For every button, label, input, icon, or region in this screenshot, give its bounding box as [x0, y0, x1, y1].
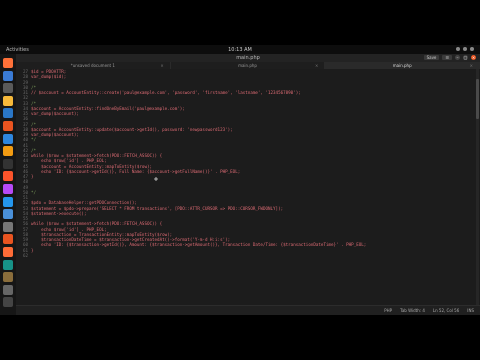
brave-icon[interactable]	[3, 171, 13, 182]
code-text: */	[31, 137, 37, 143]
tab-bar: *unsaved document 1 × main.php × main.php ×	[16, 62, 480, 69]
tab-unsaved-document[interactable]: *unsaved document 1 ×	[16, 62, 171, 69]
rhythmbox-icon[interactable]	[3, 95, 13, 106]
code-text: var_dump($id);	[31, 74, 67, 80]
phpstorm-icon[interactable]	[3, 184, 13, 194]
code-editor[interactable]: 27 $id = PDOATTR; 28 var_dump($id); 29 30/* 31…	[16, 69, 474, 305]
code-text: echo 'ID: {$account->getId()}, Full Name…	[31, 168, 241, 174]
help-icon[interactable]	[3, 133, 13, 144]
code-text: /*	[31, 147, 37, 153]
top-bar: Activities 10:13 AM	[0, 45, 480, 54]
gimp-icon[interactable]	[3, 272, 13, 283]
code-text: while ($row = $statement->fetch(PDO::FET…	[31, 153, 163, 158]
code-text: /*	[31, 121, 37, 127]
language-selector[interactable]: PHP	[384, 308, 392, 313]
code-text: while ($row = $statement->fetch(PDO::FET…	[31, 221, 163, 227]
power-icon	[470, 47, 474, 51]
code-text: $account = AccountEntity::findOneByEmail…	[31, 105, 185, 111]
code-text: // $account = AccountEntity::create('pau…	[31, 90, 301, 95]
cursor-position[interactable]: Ln 52, Col 56	[433, 308, 459, 313]
code-text: $transaction = TransactionEntity::mapToE…	[31, 231, 173, 237]
files-icon[interactable]	[3, 83, 13, 94]
postman-icon[interactable]	[3, 247, 13, 257]
save-button[interactable]: Save	[423, 55, 440, 60]
dock	[0, 54, 16, 315]
software-icon[interactable]	[3, 121, 13, 131]
maximize-icon[interactable]: □	[463, 55, 468, 60]
close-tab-icon[interactable]: ×	[470, 62, 473, 69]
close-icon[interactable]: ×	[471, 55, 476, 60]
header-buttons: Save ☰ – □ ×	[423, 55, 476, 60]
code-text: echo $row['id'] . PHP_EOL;	[31, 158, 107, 164]
code-text: /*	[31, 100, 37, 106]
vlc-icon[interactable]	[3, 146, 13, 157]
minimize-icon[interactable]: –	[455, 55, 460, 60]
close-tab-icon[interactable]: ×	[315, 62, 318, 69]
tab-label: main.php	[392, 63, 412, 68]
code-text: $statement->execute();	[31, 210, 87, 216]
status-bar: PHP Tab Width: 4 Ln 52, Col 56 INS	[16, 305, 480, 315]
desktop-screen: Activities 10:13 AM main.php Save ☰ – □ …	[0, 45, 480, 315]
code-text: $pdo = DatabaseHelper::getPDOConnection(…	[31, 200, 137, 206]
code-text: $transactionDateTime = $transaction->get…	[31, 237, 231, 242]
code-text: $account = AccountEntity::update($accoun…	[31, 126, 233, 132]
line-number: 62	[22, 252, 28, 258]
tab-label: main.php	[238, 63, 257, 68]
editor-scrollbar[interactable]	[476, 69, 479, 305]
mouse-cursor-icon	[154, 166, 158, 181]
thunderbird-icon[interactable]	[3, 70, 13, 81]
trash-icon[interactable]	[3, 284, 13, 295]
volume-icon	[463, 47, 467, 51]
gitkraken-icon[interactable]	[3, 259, 13, 270]
network-icon	[456, 47, 460, 51]
vscode-icon[interactable]	[3, 196, 13, 207]
window-title: main.php	[236, 55, 260, 61]
clock[interactable]: 10:13 AM	[0, 47, 480, 53]
terminal-icon[interactable]	[3, 158, 13, 169]
settings-icon[interactable]	[3, 221, 13, 232]
app-icon[interactable]	[3, 234, 13, 245]
code-text: /*	[31, 84, 37, 90]
scrollbar-thumb[interactable]	[476, 79, 479, 119]
code-text: */	[31, 189, 37, 195]
tab-label: *unsaved document 1	[70, 63, 115, 68]
tab-width-selector[interactable]: Tab Width: 4	[400, 308, 425, 313]
show-apps-icon[interactable]	[3, 297, 13, 308]
menu-button[interactable]: ☰	[442, 55, 452, 60]
code-line[interactable]: 62	[16, 253, 474, 258]
system-tray[interactable]	[456, 47, 474, 51]
editor-header: main.php Save ☰ – □ ×	[16, 54, 480, 62]
tab-main-php-1[interactable]: main.php ×	[171, 62, 326, 69]
code-text: }	[31, 174, 34, 179]
code-text: echo $row['id'] . PHP_EOL;	[31, 226, 107, 232]
code-text: }	[31, 247, 34, 253]
code-text: echo 'ID: {$transaction->getId()}, Amoun…	[31, 242, 367, 248]
code-text: $statement = $pdo->prepare('SELECT * FRO…	[31, 205, 284, 211]
code-text: var_dump($account);	[31, 132, 79, 137]
code-text: var_dump($account);	[31, 111, 79, 116]
text-editor-icon[interactable]	[3, 209, 13, 220]
code-text: $account = AccountEntity::mapToEntity($r…	[31, 163, 153, 169]
firefox-icon[interactable]	[3, 58, 13, 68]
code-text: $id = PDOATTR;	[31, 69, 67, 74]
tab-main-php-2[interactable]: main.php ×	[325, 62, 480, 69]
libreoffice-writer-icon[interactable]	[3, 108, 13, 119]
insert-mode: INS	[467, 308, 474, 313]
close-tab-icon[interactable]: ×	[160, 62, 163, 69]
